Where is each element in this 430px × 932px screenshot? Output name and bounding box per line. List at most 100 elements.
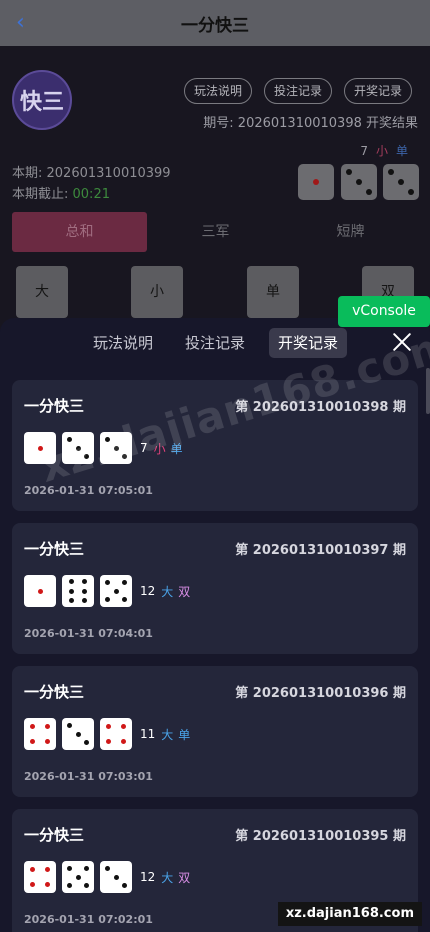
rules-button[interactable]: 玩法说明	[184, 78, 253, 104]
deadline-label: 本期截止:	[12, 187, 73, 202]
record-time: 2026-01-31 07:02:01	[24, 913, 153, 926]
tab-short-card[interactable]: 短牌	[283, 212, 418, 252]
record-game-name: 一分快三	[24, 397, 85, 415]
last-die-3	[383, 164, 419, 200]
die-face-4	[24, 861, 56, 893]
record-issue: 第 202601310010395 期	[235, 829, 406, 844]
die-pip	[75, 731, 81, 737]
die-pip	[105, 866, 110, 871]
die-face-4	[100, 718, 132, 750]
vconsole-button[interactable]: vConsole	[338, 296, 430, 327]
tab-sum[interactable]: 总和	[12, 212, 147, 252]
die-pip	[122, 580, 127, 585]
record-odd-even: 双	[178, 584, 191, 599]
die-pip	[106, 724, 111, 729]
die-pip	[69, 579, 74, 584]
die-pip	[45, 867, 50, 872]
record-time: 2026-01-31 07:03:01	[24, 770, 153, 783]
watermark-badge: xz.dajian168.com	[277, 902, 422, 926]
die-pip	[121, 724, 126, 729]
tab-three-army[interactable]: 三军	[148, 212, 283, 252]
countdown-timer: 00:21	[72, 187, 110, 202]
last-odd: 单	[395, 144, 408, 158]
draw-record-card: 一分快三 第 202601310010396 期 11 大单 2026-01-31 07…	[12, 666, 418, 797]
die-face-4	[24, 718, 56, 750]
current-issue: 本期: 202601310010399	[12, 166, 171, 181]
die-pip	[30, 724, 35, 729]
die-pip	[106, 739, 111, 744]
die-face-5	[100, 575, 132, 607]
logo-text: 快三	[19, 90, 64, 115]
die-pip	[69, 588, 74, 594]
die-pip	[45, 739, 50, 744]
last-sum: 7	[360, 144, 368, 158]
draw-record-card: 一分快三 第 202601310010397 期 12 大双 2026-01-31 07…	[12, 523, 418, 654]
record-sum: 12	[140, 584, 156, 598]
period-result-text: 期号: 202601310010398 开奖结果	[203, 116, 418, 131]
bet-big-button[interactable]: 大	[16, 266, 68, 318]
die-pip	[30, 739, 35, 744]
record-issue: 第 202601310010396 期	[235, 686, 406, 701]
die-pip	[67, 866, 72, 871]
die-pip	[82, 579, 87, 584]
bet-small-button[interactable]: 小	[131, 266, 183, 318]
die-pip	[30, 867, 35, 872]
play-tab-bar: 总和 三军 短牌	[12, 212, 418, 252]
last-die-1	[298, 164, 334, 200]
die-pip	[113, 588, 119, 594]
record-game-name: 一分快三	[24, 826, 85, 844]
die-pip	[122, 883, 127, 888]
die-pip	[84, 866, 89, 871]
bet-odd-button[interactable]: 单	[247, 266, 299, 318]
die-pip	[105, 580, 110, 585]
bet-record-button[interactable]: 投注记录	[264, 78, 333, 104]
die-face-3	[62, 718, 94, 750]
die-face-6	[62, 575, 94, 607]
die-face-1	[24, 575, 56, 607]
record-sum: 11	[140, 727, 156, 741]
game-logo: 快三	[12, 70, 72, 130]
sheet-tab-rules[interactable]: 玩法说明	[93, 328, 153, 358]
last-die-2	[341, 164, 377, 200]
die-pip	[84, 740, 89, 745]
die-pip	[122, 597, 127, 602]
die-face-5	[62, 861, 94, 893]
die-pip	[84, 883, 89, 888]
die-pip	[121, 739, 126, 744]
die-pip	[45, 724, 50, 729]
record-dice-row: 12 大双	[24, 575, 190, 607]
die-pip	[75, 874, 81, 880]
die-pip	[67, 883, 72, 888]
die-pip	[37, 588, 43, 594]
sheet-tab-bet-record[interactable]: 投注记录	[185, 328, 245, 358]
record-game-name: 一分快三	[24, 540, 85, 558]
record-time: 2026-01-31 07:04:01	[24, 627, 153, 640]
top-nav-bar: ‹ 一分快三	[0, 0, 430, 46]
die-pip	[69, 598, 74, 603]
die-pip	[30, 882, 35, 887]
die-pip	[82, 598, 87, 603]
deadline-row: 本期截止: 00:21	[12, 183, 110, 202]
die-pip	[67, 723, 72, 728]
draw-record-button[interactable]: 开奖记录	[344, 78, 413, 104]
last-size: 小	[375, 144, 388, 158]
die-pip	[82, 588, 87, 594]
die-face-3	[100, 861, 132, 893]
die-pip	[45, 882, 50, 887]
page-title: 一分快三	[181, 15, 249, 36]
record-odd-even: 双	[178, 870, 191, 885]
record-sum: 12	[140, 870, 156, 884]
record-dice-row: 11 大单	[24, 718, 190, 750]
die-pip	[113, 874, 119, 880]
back-chevron-icon[interactable]: ‹	[16, 11, 36, 35]
die-pip	[105, 597, 110, 602]
record-time: 2026-01-31 07:05:01	[24, 484, 153, 497]
record-size: 大	[161, 584, 174, 599]
record-odd-even: 单	[178, 727, 191, 742]
record-size: 大	[161, 727, 174, 742]
record-size: 大	[161, 870, 174, 885]
record-game-name: 一分快三	[24, 683, 85, 701]
record-dice-row: 12 大双	[24, 861, 190, 893]
last-result-summary: 7小单	[360, 142, 408, 159]
record-issue: 第 202601310010397 期	[235, 543, 406, 558]
